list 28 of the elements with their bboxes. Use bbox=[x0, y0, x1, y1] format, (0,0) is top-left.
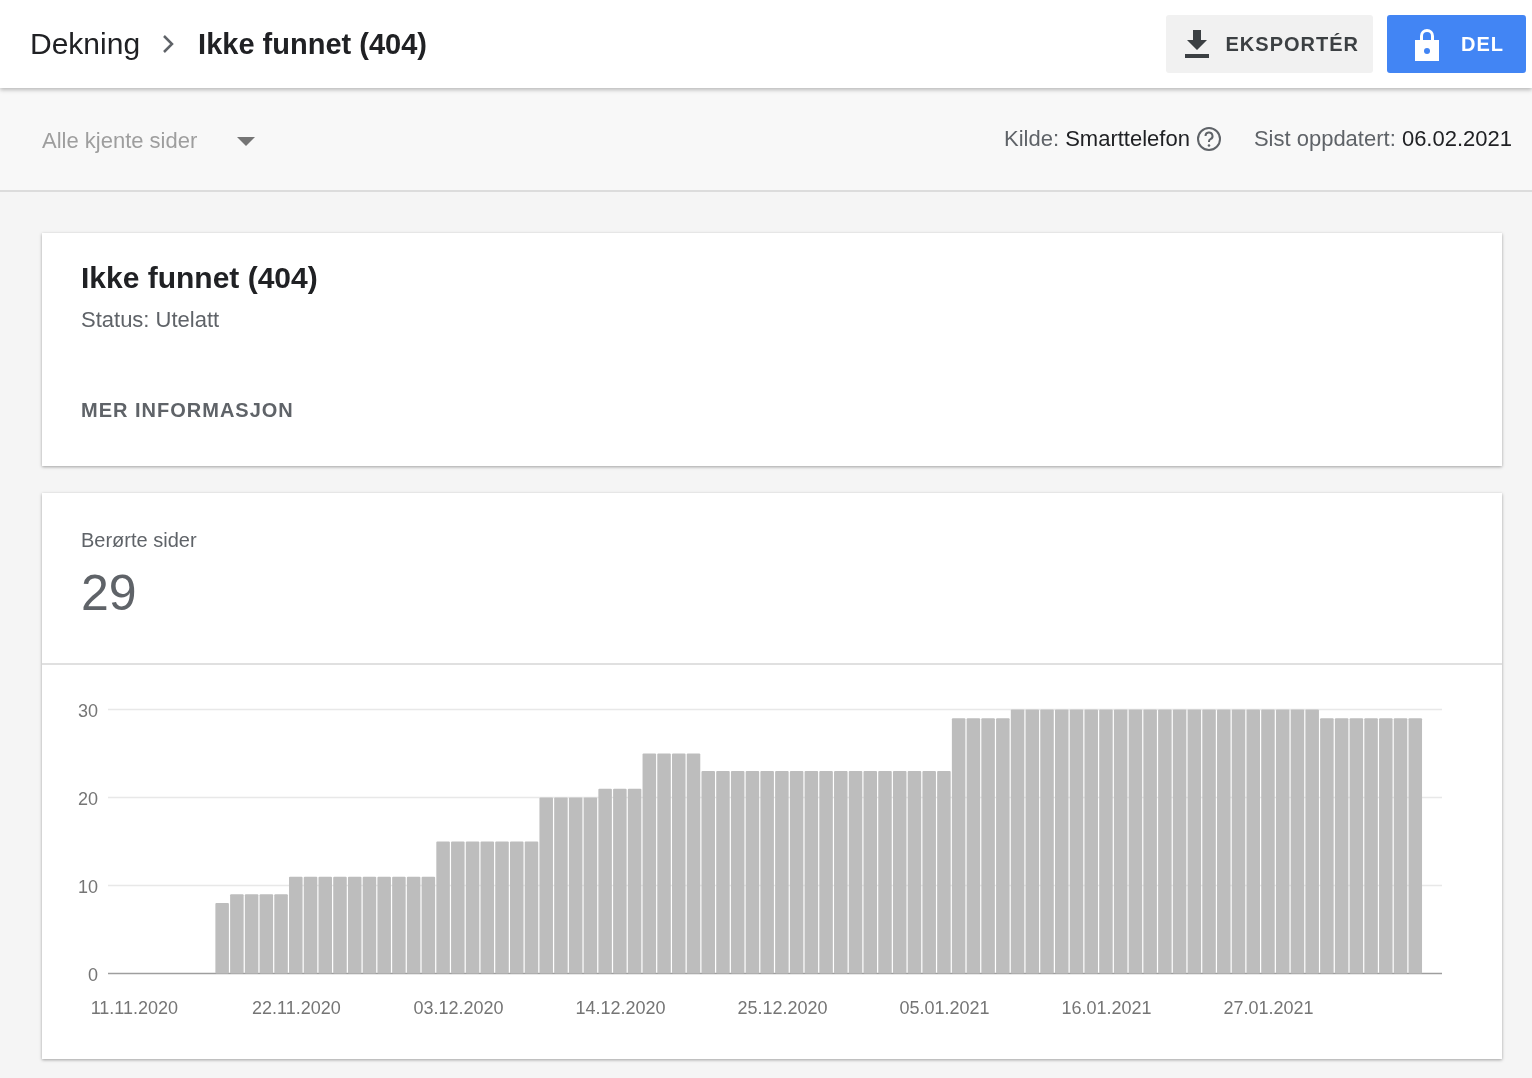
share-button[interactable]: DEL bbox=[1387, 15, 1526, 73]
y-axis-label: 30 bbox=[77, 700, 98, 721]
x-axis-label: 11.11.2020 bbox=[90, 997, 179, 1018]
y-axis-label: 20 bbox=[77, 788, 98, 809]
x-axis-label: 27.01.2021 bbox=[1223, 997, 1314, 1018]
bar bbox=[215, 903, 229, 974]
x-axis-label: 16.01.2021 bbox=[1061, 997, 1152, 1018]
last-updated-text: Sist oppdatert: 06.02.2021 bbox=[1253, 126, 1512, 152]
more-info-link[interactable]: MER INFORMASJON bbox=[81, 399, 294, 422]
affected-pages-label: Berørte sider bbox=[81, 529, 198, 552]
download-icon bbox=[1183, 30, 1210, 58]
breadcrumb-item: Ikke funnet (404) bbox=[198, 27, 427, 61]
x-axis-label: 03.12.2020 bbox=[413, 997, 504, 1018]
x-axis-label: 05.01.2021 bbox=[899, 997, 990, 1018]
padlock-icon bbox=[1413, 27, 1441, 61]
x-axis-label: 22.11.2020 bbox=[252, 997, 341, 1018]
x-axis-label: 25.12.2020 bbox=[737, 997, 828, 1018]
affected-pages-count: 29 bbox=[81, 564, 138, 622]
export-button[interactable]: EKSPORTÉR bbox=[1165, 15, 1373, 73]
x-axis-label: 14.12.2020 bbox=[575, 997, 666, 1018]
caret-icon bbox=[237, 136, 256, 146]
help-icon[interactable] bbox=[1195, 126, 1222, 152]
source-text: Kilde: Smarttelefon bbox=[1004, 126, 1190, 152]
y-axis-label: 10 bbox=[77, 876, 98, 897]
breadcrumb-item[interactable]: Dekning bbox=[30, 27, 141, 61]
issue-title: Ikke funnet (404) bbox=[81, 261, 319, 295]
y-axis-label: 0 bbox=[88, 964, 98, 985]
issue-status: Status: Utelatt bbox=[81, 307, 221, 333]
